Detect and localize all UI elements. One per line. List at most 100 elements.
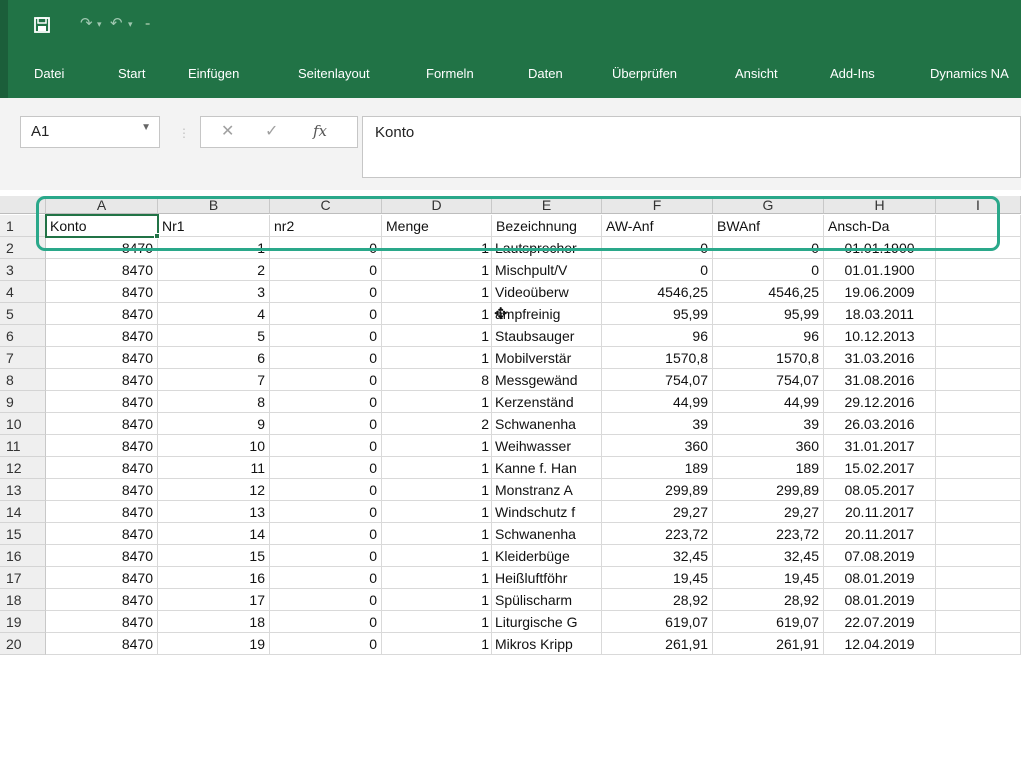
table-cell[interactable] (936, 567, 1021, 589)
table-cell[interactable] (936, 325, 1021, 347)
customize-toolbar-icon[interactable]: ₌ (145, 18, 150, 29)
table-cell[interactable]: 4 (158, 303, 270, 325)
table-cell[interactable]: 7 (158, 369, 270, 391)
header-cell[interactable]: Bezeichnung (492, 215, 602, 237)
table-cell[interactable]: Windschutz f (492, 501, 602, 523)
formula-bar-grip-icon[interactable]: ⋮ (178, 126, 190, 140)
column-header-f[interactable]: F (602, 196, 713, 214)
table-cell[interactable]: 8470 (46, 545, 158, 567)
table-cell[interactable]: 0 (270, 325, 382, 347)
tab-seitenlayout[interactable]: Seitenlayout (298, 66, 370, 81)
table-cell[interactable]: 01.01.1900 (824, 237, 936, 259)
table-cell[interactable]: 0 (270, 237, 382, 259)
table-cell[interactable]: Kerzenständ (492, 391, 602, 413)
table-cell[interactable]: 1 (382, 281, 492, 303)
table-cell[interactable]: Mikros Kripp (492, 633, 602, 655)
table-cell[interactable]: 754,07 (602, 369, 713, 391)
table-cell[interactable]: 31.08.2016 (824, 369, 936, 391)
table-cell[interactable] (936, 457, 1021, 479)
table-cell[interactable]: 0 (270, 281, 382, 303)
table-cell[interactable]: 01.01.1900 (824, 259, 936, 281)
table-cell[interactable]: 20.11.2017 (824, 523, 936, 545)
table-cell[interactable]: 1 (382, 435, 492, 457)
table-cell[interactable]: 12 (158, 479, 270, 501)
table-cell[interactable]: 08.05.2017 (824, 479, 936, 501)
table-cell[interactable]: 8470 (46, 567, 158, 589)
tab-ansicht[interactable]: Ansicht (735, 66, 778, 81)
row-header[interactable]: 14 (0, 501, 46, 523)
table-cell[interactable]: 32,45 (602, 545, 713, 567)
table-cell[interactable]: 0 (270, 413, 382, 435)
table-cell[interactable]: 12.04.2019 (824, 633, 936, 655)
table-cell[interactable]: 0 (270, 523, 382, 545)
table-cell[interactable]: 8 (382, 369, 492, 391)
column-header-g[interactable]: G (713, 196, 824, 214)
table-cell[interactable]: 2 (158, 259, 270, 281)
column-header-a[interactable]: A (46, 196, 158, 214)
table-cell[interactable]: 299,89 (713, 479, 824, 501)
table-cell[interactable] (936, 413, 1021, 435)
table-cell[interactable]: 08.01.2019 (824, 567, 936, 589)
table-cell[interactable]: 1 (382, 523, 492, 545)
table-cell[interactable] (936, 523, 1021, 545)
undo-icon[interactable]: ↶ (110, 14, 123, 32)
name-box[interactable]: A1 ▼ (20, 116, 160, 148)
table-cell[interactable]: 223,72 (602, 523, 713, 545)
table-cell[interactable]: 44,99 (713, 391, 824, 413)
tab-daten[interactable]: Daten (528, 66, 563, 81)
row-header[interactable]: 4 (0, 281, 46, 303)
table-cell[interactable]: 8470 (46, 479, 158, 501)
table-cell[interactable]: 0 (270, 545, 382, 567)
header-cell[interactable]: Ansch-Da (824, 215, 936, 237)
table-cell[interactable]: 31.03.2016 (824, 347, 936, 369)
table-cell[interactable]: 0 (270, 303, 382, 325)
table-cell[interactable]: Kanne f. Han (492, 457, 602, 479)
table-cell[interactable]: 189 (602, 457, 713, 479)
table-cell[interactable]: 1 (382, 457, 492, 479)
row-header[interactable]: 17 (0, 567, 46, 589)
table-cell[interactable]: 16 (158, 567, 270, 589)
table-cell[interactable]: 29,27 (602, 501, 713, 523)
table-cell[interactable]: 5 (158, 325, 270, 347)
table-cell[interactable]: 2 (382, 413, 492, 435)
table-cell[interactable]: 8470 (46, 501, 158, 523)
table-cell[interactable]: 13 (158, 501, 270, 523)
column-header-c[interactable]: C (270, 196, 382, 214)
header-cell[interactable]: nr2 (270, 215, 382, 237)
row-header[interactable]: 12 (0, 457, 46, 479)
table-cell[interactable]: 1570,8 (713, 347, 824, 369)
table-cell[interactable] (936, 281, 1021, 303)
table-cell[interactable]: 1 (382, 545, 492, 567)
row-header[interactable]: 8 (0, 369, 46, 391)
table-cell[interactable]: 95,99 (713, 303, 824, 325)
row-header[interactable]: 7 (0, 347, 46, 369)
table-cell[interactable]: 44,99 (602, 391, 713, 413)
row-header[interactable]: 20 (0, 633, 46, 655)
table-cell[interactable]: 4546,25 (713, 281, 824, 303)
table-cell[interactable]: 360 (602, 435, 713, 457)
table-cell[interactable]: 0 (270, 259, 382, 281)
table-cell[interactable]: 96 (602, 325, 713, 347)
table-cell[interactable]: 1 (382, 237, 492, 259)
row-header[interactable]: 6 (0, 325, 46, 347)
tab-dynamics[interactable]: Dynamics NA (930, 66, 1009, 81)
table-cell[interactable]: 189 (713, 457, 824, 479)
table-cell[interactable]: 8470 (46, 237, 158, 259)
table-cell[interactable]: 8470 (46, 523, 158, 545)
table-cell[interactable]: 360 (713, 435, 824, 457)
table-cell[interactable]: 8470 (46, 391, 158, 413)
column-header-e[interactable]: E (492, 196, 602, 214)
table-cell[interactable]: 0 (713, 259, 824, 281)
tab-add-ins[interactable]: Add-Ins (830, 66, 875, 81)
table-cell[interactable]: 07.08.2019 (824, 545, 936, 567)
table-cell[interactable]: 8470 (46, 413, 158, 435)
row-header[interactable]: 19 (0, 611, 46, 633)
table-cell[interactable]: 619,07 (713, 611, 824, 633)
table-cell[interactable]: 11 (158, 457, 270, 479)
table-cell[interactable]: Mobilverstär (492, 347, 602, 369)
header-cell[interactable]: AW-Anf (602, 215, 713, 237)
table-cell[interactable]: 28,92 (602, 589, 713, 611)
table-cell[interactable]: 10.12.2013 (824, 325, 936, 347)
row-header[interactable]: 18 (0, 589, 46, 611)
table-cell[interactable] (936, 589, 1021, 611)
